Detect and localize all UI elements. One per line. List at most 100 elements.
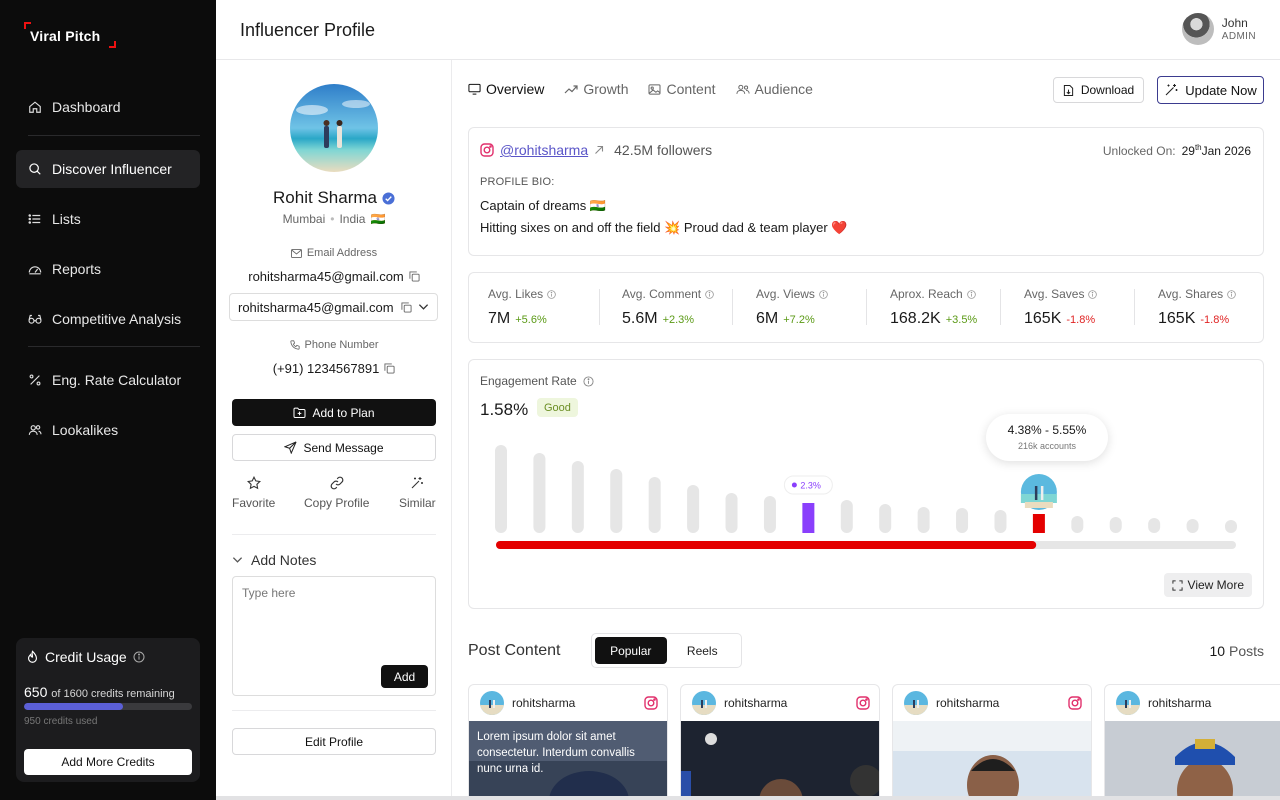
profile-bio-card: @rohitsharma 42.5M followers Unlocked On… [468,127,1264,256]
add-note-button[interactable]: Add [381,665,428,688]
info-icon[interactable] [1227,289,1236,299]
add-to-plan-button[interactable]: Add to Plan [232,399,436,426]
post-card[interactable]: rohitsharma [1104,684,1280,800]
magic-wand-icon [411,477,424,489]
favorite-action[interactable]: Favorite [232,476,275,510]
sidebar-item-dashboard[interactable]: Dashboard [16,88,200,126]
stat-avg-views: Avg. Views 6M +7.2% [756,287,828,328]
chart-bar [994,510,1007,533]
tab-growth[interactable]: Growth [564,81,628,97]
instagram-handle-link[interactable]: @rohitsharma [500,142,588,158]
horizontal-scrollbar[interactable] [216,796,1280,800]
link-icon [330,476,344,490]
image-icon [648,83,661,95]
sidebar-item-competitive-analysis[interactable]: Competitive Analysis [16,300,200,338]
chart-bar [1071,516,1084,533]
info-icon[interactable] [583,375,594,387]
add-notes-toggle[interactable]: Add Notes [232,552,316,568]
update-now-button[interactable]: Update Now [1157,76,1264,104]
email-value: rohitsharma45@gmail.com [216,269,452,284]
engagement-title: Engagement Rate [480,374,594,388]
copy-icon[interactable] [401,301,412,313]
post-image [681,721,879,800]
main-content: Overview Growth Content Audience Downloa… [452,60,1280,800]
info-icon[interactable] [966,289,976,299]
chart-bar [725,493,738,533]
download-button[interactable]: Download [1053,77,1144,103]
info-icon[interactable] [819,289,828,299]
avatar-marker-figure [1034,486,1038,500]
chart-bar [956,508,969,533]
star-icon [246,476,261,490]
notes-textarea[interactable]: Type here Add [232,576,436,696]
profile-photo [290,84,378,172]
instagram-icon[interactable] [856,696,870,710]
credits-remaining: 650 of 1600 credits remaining [24,684,175,700]
stat-avg-saves: Avg. Saves 165K -1.8% [1024,287,1098,328]
stat-avg-comment: Avg. Comment 5.6M +2.3% [622,287,714,328]
sidebar-item-lists[interactable]: Lists [16,200,200,238]
send-message-button[interactable]: Send Message [232,434,436,461]
similar-action[interactable]: Similar [399,476,436,510]
info-icon[interactable] [547,289,556,299]
post-image [1105,721,1280,800]
sidebar-item-eng-rate-calculator[interactable]: Eng. Rate Calculator [16,361,200,399]
credit-usage-card: Credit Usage 650 of 1600 credits remaini… [16,638,200,782]
post-filter-segment: Popular Reels [591,633,742,668]
sidebar-item-reports[interactable]: Reports [16,250,200,288]
copy-icon[interactable] [409,271,420,282]
segment-popular[interactable]: Popular [595,637,667,664]
followers-count: 42.5M followers [614,142,713,158]
info-icon[interactable] [133,651,145,663]
user-menu[interactable]: John ADMIN [1181,13,1256,45]
search-icon [29,163,41,175]
chart-bar [610,469,623,533]
info-icon[interactable] [1088,289,1098,299]
unlocked-on: Unlocked On: 29thJan 2026 [1102,143,1251,158]
expand-icon [1171,579,1183,591]
chart-bar [802,503,815,533]
copy-icon[interactable] [384,363,395,374]
chart-bar [1148,518,1161,533]
bio-line-2: Hitting sixes on and off the field 💥 Pro… [480,220,848,235]
viral-pitch-logo[interactable]: Viral Pitch [24,22,116,48]
instagram-icon[interactable] [1068,696,1082,710]
tab-overview[interactable]: Overview [468,81,544,97]
sidebar-item-discover-influencer[interactable]: Discover Influencer [16,150,200,188]
chart-bar [495,445,507,533]
phone-value: (+91) 1234567891 [216,361,452,376]
file-download-icon [1063,84,1073,96]
post-image [893,721,1091,800]
monitor-icon [468,83,481,95]
tab-content[interactable]: Content [648,81,716,97]
add-more-credits-button[interactable]: Add More Credits [24,749,192,775]
chart-bar [648,477,661,533]
post-card[interactable]: rohitsharma Lorem ipsum dolor sit amet c… [468,684,668,800]
chart-bar [1225,520,1237,533]
chevron-down-icon [232,557,243,563]
engagement-badge: Good [537,398,578,417]
post-card[interactable]: rohitsharma [680,684,880,800]
email-select[interactable]: rohitsharma45@gmail.com [229,293,438,321]
info-icon[interactable] [705,289,714,299]
chart-bar [1186,519,1199,533]
sidebar-item-lookalikes[interactable]: Lookalikes [16,411,200,449]
copy-profile-action[interactable]: Copy Profile [304,476,369,510]
user-name: John [1221,16,1248,30]
avatar-marker-sea [1020,494,1057,503]
view-more-button[interactable]: View More [1163,573,1252,597]
segment-reels[interactable]: Reels [667,637,739,664]
influencer-name: Rohit Sharma [216,188,452,208]
avatar [904,691,928,715]
post-card[interactable]: rohitsharma [892,684,1092,800]
edit-profile-button[interactable]: Edit Profile [232,728,436,755]
post-count: 10 Posts [1209,643,1264,659]
chart-bar [571,461,584,533]
list-icon [28,214,41,224]
chevron-down-icon [418,304,429,310]
external-link-icon[interactable] [594,145,604,155]
tab-audience[interactable]: Audience [735,81,813,97]
avatar[interactable] [1181,13,1214,45]
bio-line-1: Captain of dreams 🇮🇳 [480,198,607,213]
instagram-icon[interactable] [644,696,658,710]
